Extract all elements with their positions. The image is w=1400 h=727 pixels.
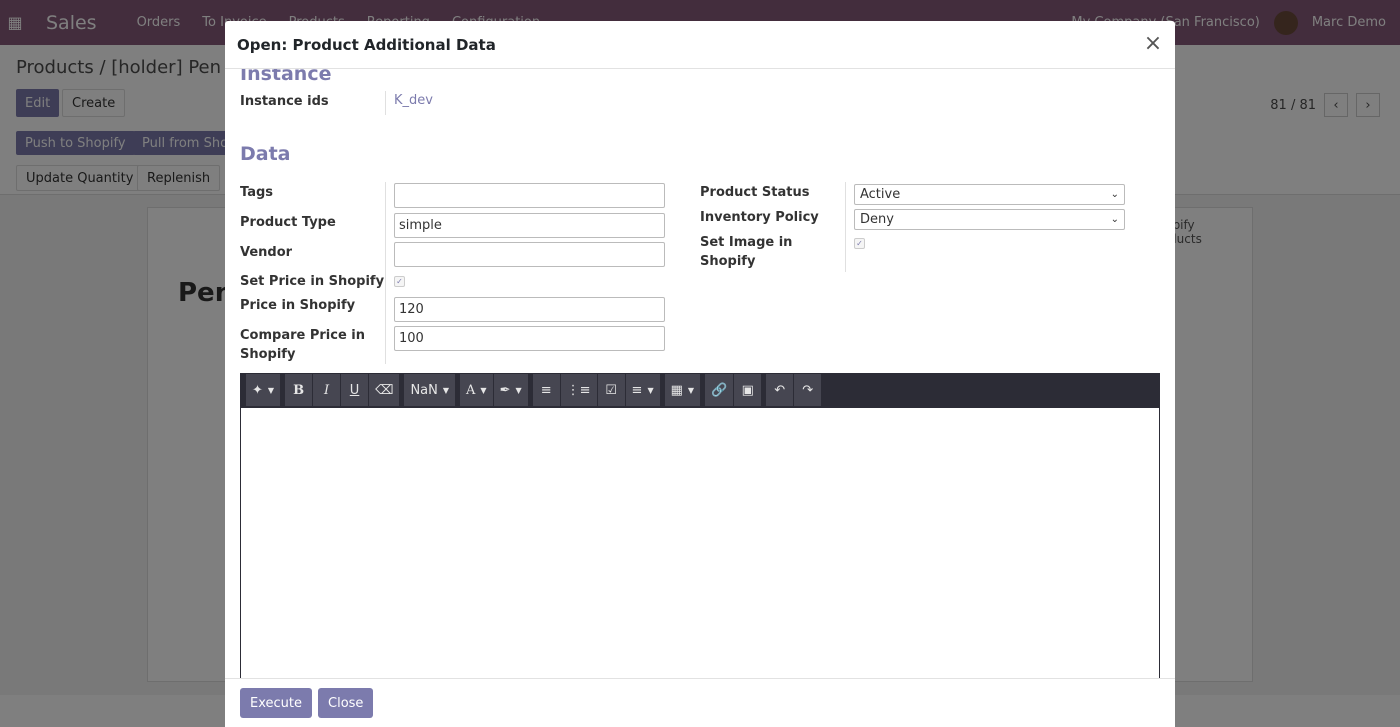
editor-toolbar: ✦ ▼ B I U ⌫ NaN ▼ A ▼ ✒ ▼ ≡ ⋮≡ ☑ ≡ ▼ ▦ ▼… — [240, 373, 1160, 407]
style-magic-icon[interactable]: ✦ ▼ — [246, 374, 282, 406]
modal-title: Open: Product Additional Data — [237, 35, 496, 54]
product-type-input[interactable] — [394, 213, 665, 238]
field-separator — [385, 91, 386, 115]
inventory-policy-select[interactable]: Deny ⌄ — [854, 209, 1125, 230]
instance-ids-label: Instance ids — [240, 94, 329, 109]
toolbar-group-style: ✦ ▼ — [246, 374, 282, 406]
link-icon[interactable]: 🔗 — [705, 374, 735, 406]
left-column-separator — [385, 182, 386, 364]
chevron-down-icon: ⌄ — [1110, 189, 1119, 200]
toolbar-group-para: ≡ ⋮≡ ☑ ≡ ▼ — [532, 374, 661, 406]
price-input[interactable] — [394, 297, 665, 322]
toolbar-group-insert: 🔗 ▣ — [705, 374, 763, 406]
set-price-label: Set Price in Shopify — [240, 274, 385, 289]
toolbar-group-table: ▦ ▼ — [664, 374, 702, 406]
inventory-policy-value: Deny — [860, 212, 894, 227]
italic-icon[interactable]: I — [313, 374, 342, 406]
toolbar-group-history: ↶ ↷ — [766, 374, 823, 406]
close-button[interactable]: Close — [318, 688, 374, 718]
description-editor[interactable] — [240, 407, 1160, 679]
vendor-input[interactable] — [394, 242, 665, 267]
set-image-label: Set Image in Shopify — [700, 235, 793, 269]
close-icon[interactable]: × — [1141, 31, 1165, 56]
check-icon: ✓ — [396, 276, 403, 286]
compare-price-label: Compare Price in Shopify — [240, 328, 366, 362]
toolbar-group-fontsize: NaN ▼ — [404, 374, 457, 406]
font-size-value: NaN — [410, 382, 438, 398]
eraser-icon[interactable]: ⌫ — [369, 374, 401, 406]
right-column-separator — [845, 182, 846, 272]
toolbar-group-font: B I U ⌫ — [285, 374, 401, 406]
modal-body: Instance Instance ids K_dev Data Tags Pr… — [225, 69, 1175, 679]
toolbar-group-color: A ▼ ✒ ▼ — [460, 374, 529, 406]
ordered-list-icon[interactable]: ⋮≡ — [560, 374, 598, 406]
caret-down-icon: ▼ — [442, 385, 450, 395]
check-icon: ✓ — [856, 238, 863, 248]
table-icon[interactable]: ▦ ▼ — [664, 374, 702, 406]
compare-price-input[interactable] — [394, 326, 665, 351]
product-status-select[interactable]: Active ⌄ — [854, 184, 1125, 205]
modal-header: Open: Product Additional Data × — [225, 21, 1175, 69]
execute-button[interactable]: Execute — [240, 688, 312, 718]
set-image-checkbox[interactable]: ✓ — [854, 238, 865, 249]
product-type-label: Product Type — [240, 215, 336, 230]
section-title-instance: Instance — [240, 69, 332, 85]
image-icon[interactable]: ▣ — [734, 374, 763, 406]
unordered-list-icon[interactable]: ≡ — [532, 374, 561, 406]
checklist-icon[interactable]: ☑ — [597, 374, 626, 406]
align-icon[interactable]: ≡ ▼ — [625, 374, 661, 406]
tags-input[interactable] — [394, 183, 665, 208]
chevron-down-icon: ⌄ — [1110, 214, 1119, 225]
font-color-icon[interactable]: A ▼ — [460, 374, 494, 406]
section-title-data: Data — [240, 143, 291, 165]
set-price-checkbox[interactable]: ✓ — [394, 276, 405, 287]
underline-icon[interactable]: U — [341, 374, 370, 406]
bold-icon[interactable]: B — [285, 374, 314, 406]
instance-ids-tag[interactable]: K_dev — [394, 93, 433, 108]
product-additional-data-dialog: Open: Product Additional Data × Instance… — [225, 21, 1175, 727]
inventory-policy-label: Inventory Policy — [700, 210, 819, 225]
product-status-label: Product Status — [700, 185, 810, 200]
price-label: Price in Shopify — [240, 298, 356, 313]
vendor-label: Vendor — [240, 245, 293, 260]
undo-icon[interactable]: ↶ — [766, 374, 795, 406]
product-status-value: Active — [860, 187, 901, 202]
redo-icon[interactable]: ↷ — [794, 374, 823, 406]
brush-icon[interactable]: ✒ ▼ — [493, 374, 529, 406]
font-size-dropdown[interactable]: NaN ▼ — [404, 374, 457, 406]
modal-footer: Execute Close — [225, 678, 1175, 727]
tags-label: Tags — [240, 185, 274, 200]
